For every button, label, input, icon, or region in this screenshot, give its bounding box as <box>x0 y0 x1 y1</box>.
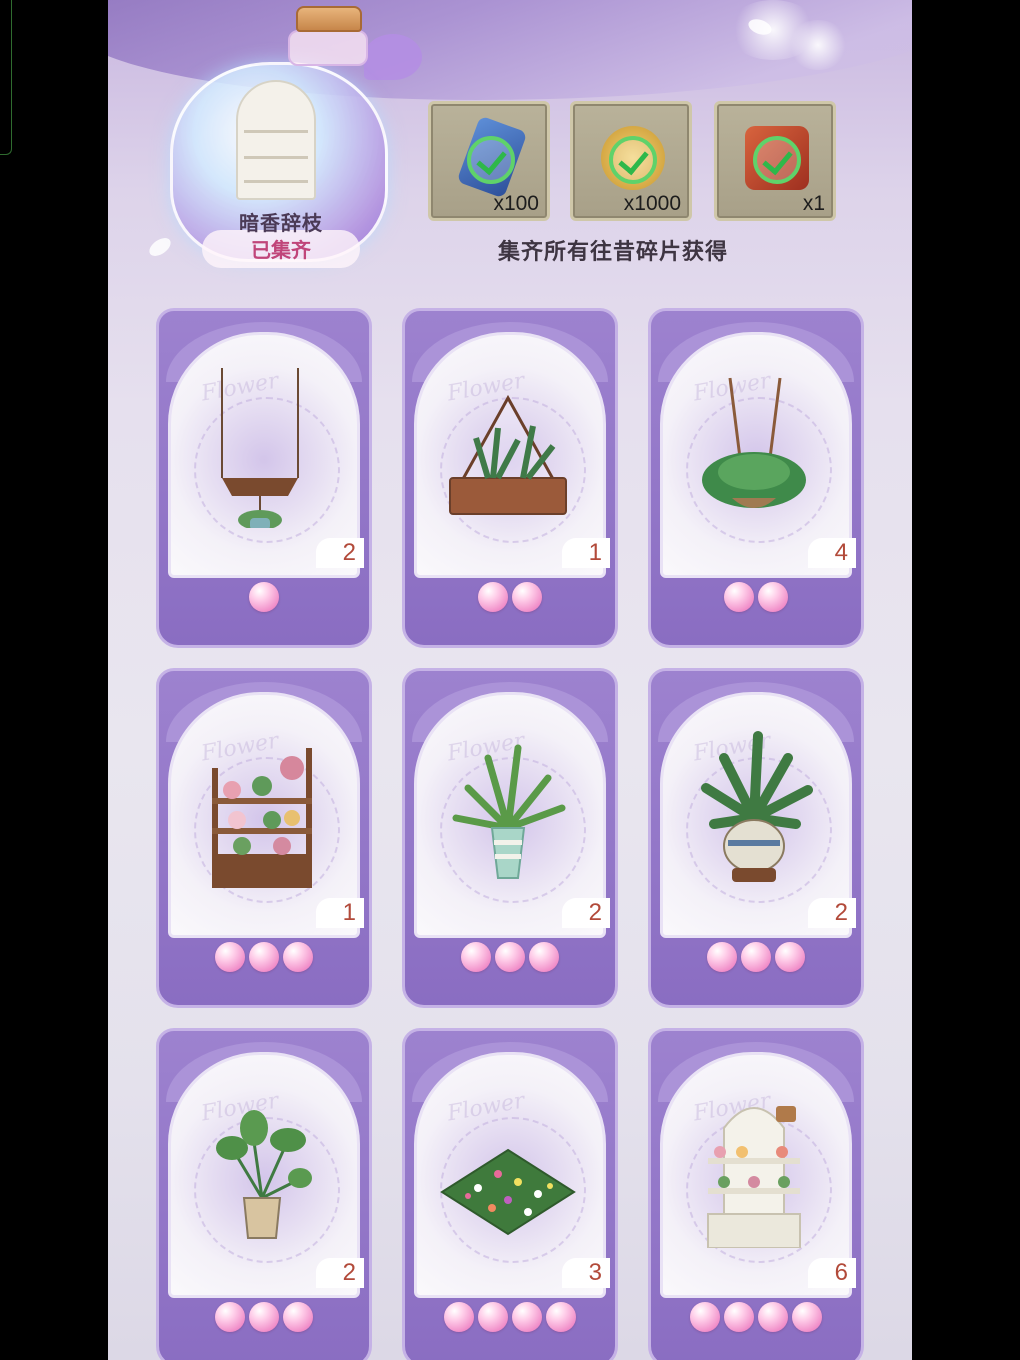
collection-status: 已集齐 <box>251 238 311 262</box>
fragment-card[interactable]: Flower 2 <box>156 308 372 648</box>
pearl-icon <box>461 942 491 972</box>
porcelain-pot-plant-icon <box>701 731 813 882</box>
fragment-card[interactable]: Flower 6 <box>648 1028 864 1360</box>
flower-bed-tile-icon <box>440 1148 576 1236</box>
reward-slot-shard[interactable]: x100 <box>428 101 550 221</box>
pearl-icon <box>495 942 525 972</box>
pearl-icon <box>215 1302 245 1332</box>
reward-quantity: x100 <box>493 192 539 215</box>
striped-pot-plant-icon <box>452 744 566 879</box>
pearl-icon <box>758 582 788 612</box>
pearl-icon <box>512 1302 542 1332</box>
card-count: 3 <box>562 1258 610 1288</box>
reward-quantity: x1 <box>802 192 825 215</box>
rarity-pearls <box>156 582 372 616</box>
pearl-icon <box>529 942 559 972</box>
card-count: 1 <box>562 538 610 568</box>
pearl-icon <box>724 582 754 612</box>
fragment-card[interactable]: Flower 4 <box>648 308 864 648</box>
sparkle-decoration <box>788 20 848 70</box>
reward-quantity: x1000 <box>623 192 681 215</box>
claimed-check-icon <box>467 136 515 184</box>
card-count: 2 <box>562 898 610 928</box>
rarity-pearls <box>156 942 372 976</box>
small-pot-plant-icon <box>216 1110 312 1239</box>
pearl-icon <box>478 582 508 612</box>
pearl-icon <box>283 942 313 972</box>
rarity-pearls <box>402 942 618 976</box>
collection-screen: 暗香辞枝 已集齐 x100 x1000 x1 集齐所有往昔碎片获得 Flower <box>108 0 912 1360</box>
ribbon-bow-icon <box>364 34 422 80</box>
pearl-icon <box>215 942 245 972</box>
rarity-pearls <box>648 942 864 976</box>
collection-name: 暗香辞枝 <box>239 211 323 235</box>
pearl-icon <box>283 1302 313 1332</box>
fragment-card[interactable]: Flower 3 <box>402 1028 618 1360</box>
rarity-pearls <box>402 1302 618 1336</box>
card-count: 4 <box>808 538 856 568</box>
pearl-icon <box>792 1302 822 1332</box>
fragment-card[interactable]: Flower 2 <box>648 668 864 1008</box>
fragment-card[interactable]: Flower 1 <box>402 308 618 648</box>
reward-requirement-text: 集齐所有往昔碎片获得 <box>498 240 729 265</box>
card-count: 2 <box>316 1258 364 1288</box>
fragment-card[interactable]: Flower 1 <box>156 668 372 1008</box>
pearl-icon <box>546 1302 576 1332</box>
pearl-icon <box>444 1302 474 1332</box>
card-count: 6 <box>808 1258 856 1288</box>
card-count: 1 <box>316 898 364 928</box>
pearl-icon <box>758 1302 788 1332</box>
rarity-pearls <box>648 582 864 616</box>
card-count: 2 <box>316 538 364 568</box>
pearl-icon <box>775 942 805 972</box>
claimed-check-icon <box>753 136 801 184</box>
pearl-icon <box>478 1302 508 1332</box>
pearl-icon <box>512 582 542 612</box>
reward-slot-coin[interactable]: x1000 <box>570 101 692 221</box>
rarity-pearls <box>402 582 618 616</box>
cork-icon <box>296 6 362 32</box>
screen-edge-line <box>0 0 12 155</box>
glass-terrarium-icon <box>449 394 567 515</box>
fragment-card[interactable]: Flower 2 <box>402 668 618 1008</box>
pearl-icon <box>741 942 771 972</box>
rarity-pearls <box>648 1302 864 1336</box>
pearl-icon <box>707 942 737 972</box>
pearl-icon <box>690 1302 720 1332</box>
collection-bottle[interactable]: 暗香辞枝 已集齐 <box>166 2 422 270</box>
white-flower-cabinet-icon <box>707 1106 801 1248</box>
flower-display-shelf-icon <box>212 748 312 888</box>
reward-slot-chest[interactable]: x1 <box>714 101 836 221</box>
hanging-shelf-planter-icon <box>221 368 299 528</box>
pearl-icon <box>249 582 279 612</box>
bottle-neck <box>288 30 368 66</box>
claimed-check-icon <box>609 136 657 184</box>
fragment-card[interactable]: Flower 2 <box>156 1028 372 1360</box>
rarity-pearls <box>156 1302 372 1336</box>
card-count: 2 <box>808 898 856 928</box>
pearl-icon <box>249 1302 279 1332</box>
hanging-fern-basket-icon <box>702 377 806 508</box>
bottle-flower-cabinet-preview <box>236 80 316 200</box>
pearl-icon <box>724 1302 754 1332</box>
pearl-icon <box>249 942 279 972</box>
